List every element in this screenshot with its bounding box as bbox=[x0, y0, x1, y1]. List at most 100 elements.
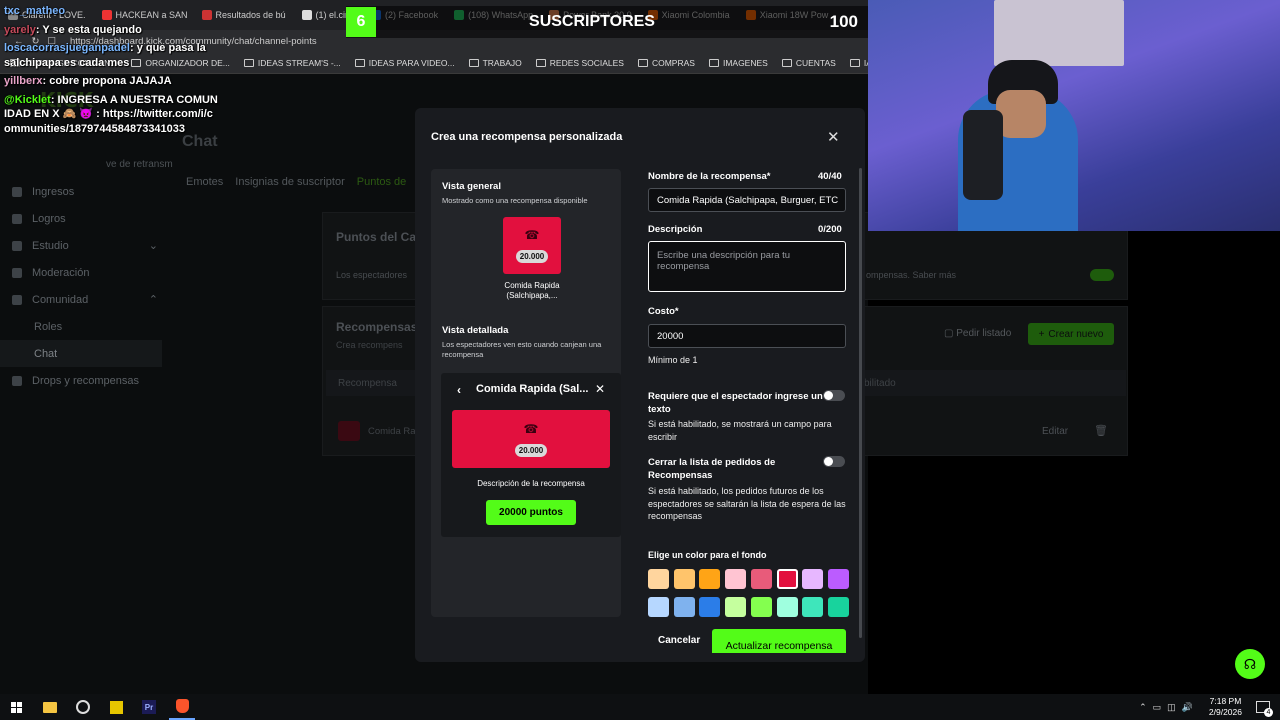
nav-comunidad[interactable]: Comunidad ⌃ bbox=[0, 286, 170, 313]
nav-estudio[interactable]: Estudio ⌄ bbox=[0, 232, 170, 259]
cost-input[interactable]: 20000 bbox=[648, 324, 846, 348]
bookmark-item[interactable]: TRABAJO bbox=[468, 58, 522, 68]
color-swatch-selected[interactable] bbox=[776, 569, 798, 589]
name-label: Nombre de la recompensa* bbox=[648, 171, 771, 182]
color-label: Elige un color para el fondo bbox=[648, 550, 767, 560]
detail-card-points: 20.000 bbox=[514, 443, 548, 457]
points-toggle[interactable] bbox=[1090, 269, 1114, 281]
folder-icon bbox=[849, 58, 860, 67]
premiere-icon[interactable]: Pr bbox=[136, 694, 162, 720]
rewards-subtitle: Crea recompens bbox=[336, 340, 403, 350]
crear-nuevo-button[interactable]: + Crear nuevo bbox=[1028, 323, 1114, 345]
notification-icon[interactable]: 4 bbox=[1256, 701, 1273, 717]
detail-back-icon[interactable]: ‹ bbox=[457, 383, 461, 397]
modal-scrollbar[interactable] bbox=[859, 168, 862, 638]
detail-header: Comida Rapida (Sal... bbox=[476, 383, 589, 395]
tab-puntos[interactable]: Puntos de bbox=[357, 176, 407, 188]
brave-icon[interactable] bbox=[169, 694, 195, 720]
update-reward-button[interactable]: Actualizar recompensa bbox=[712, 629, 846, 653]
tab-insignias[interactable]: Insignias de suscriptor bbox=[235, 176, 344, 188]
color-swatch[interactable] bbox=[827, 569, 849, 589]
description-textarea[interactable]: Escribe una descripción para tu recompen… bbox=[648, 241, 846, 292]
poster-image bbox=[994, 0, 1124, 66]
color-swatch[interactable] bbox=[827, 597, 849, 617]
overview-title: Vista general bbox=[442, 181, 501, 192]
nav-roles[interactable]: Roles bbox=[0, 313, 170, 340]
color-swatch[interactable] bbox=[673, 569, 695, 589]
chat-message: @Kicklet: INGRESA A NUESTRA COMUNIDAD EN… bbox=[4, 93, 218, 135]
tray-icons[interactable]: ⌃▭◫🔊 bbox=[1139, 702, 1199, 713]
chat-message: txc_matheo bbox=[4, 5, 66, 17]
windows-start-icon[interactable] bbox=[3, 694, 29, 720]
color-swatch[interactable] bbox=[648, 569, 669, 589]
nav-logros[interactable]: Logros bbox=[0, 205, 170, 232]
nav-chat[interactable]: Chat bbox=[0, 340, 162, 367]
bookmark-item[interactable]: CUENTAS bbox=[781, 58, 836, 68]
color-swatch[interactable] bbox=[776, 597, 798, 617]
bookmark-item[interactable]: REDES SOCIALES bbox=[535, 58, 624, 68]
folder-icon bbox=[243, 58, 254, 67]
color-swatch[interactable] bbox=[725, 597, 747, 617]
close-icon[interactable]: ✕ bbox=[827, 128, 840, 146]
reward-name-input[interactable]: Comida Rapida (Salchipapa, Burguer, ETC bbox=[648, 188, 846, 212]
reward-row-name: Comida Ra bbox=[368, 426, 416, 437]
trash-icon[interactable]: 🗑 bbox=[1094, 424, 1108, 437]
file-explorer-icon[interactable] bbox=[37, 694, 63, 720]
app-icon[interactable] bbox=[103, 694, 129, 720]
close-queue-label: Cerrar la lista de pedidos de Recompensa… bbox=[648, 457, 776, 481]
detail-close-icon[interactable]: ✕ bbox=[595, 382, 605, 396]
color-swatch[interactable] bbox=[725, 569, 747, 589]
folder-icon bbox=[468, 58, 479, 67]
close-queue-help: Si está habilitado, los pedidos futuros … bbox=[648, 486, 846, 521]
reward-edit-button[interactable]: Editar bbox=[1042, 426, 1068, 437]
overview-subtitle: Mostrado como una recompensa disponible bbox=[442, 196, 588, 205]
preview-panel: Vista general Mostrado como una recompen… bbox=[431, 169, 621, 617]
require-text-toggle[interactable] bbox=[823, 390, 845, 401]
color-swatch[interactable] bbox=[673, 597, 695, 617]
detail-subtitle: Los espectadores ven esto cuando canjean… bbox=[442, 340, 602, 359]
color-swatch[interactable] bbox=[750, 597, 772, 617]
gift-icon bbox=[12, 375, 22, 386]
bookmark-item[interactable]: IDEAS PARA VIDEO... bbox=[354, 58, 455, 68]
cost-label: Costo* bbox=[648, 306, 679, 317]
redeem-button[interactable]: 20000 puntos bbox=[486, 500, 576, 525]
sub-goal-target: 100 bbox=[829, 12, 858, 31]
require-text-label: Requiere que el espectador ingrese un te… bbox=[648, 391, 823, 415]
reward-row-icon bbox=[338, 421, 360, 441]
color-swatch[interactable] bbox=[750, 569, 772, 589]
table-head-reward: Recompensa bbox=[338, 378, 397, 389]
modal-title: Crea una recompensa personalizada bbox=[431, 131, 623, 143]
bookmark-item[interactable]: IMAGENES bbox=[708, 58, 768, 68]
cancel-button[interactable]: Cancelar bbox=[658, 635, 700, 646]
nav-ingresos[interactable]: Ingresos bbox=[0, 178, 170, 205]
color-swatch[interactable] bbox=[699, 597, 721, 617]
folder-icon bbox=[781, 58, 792, 67]
wrench-icon bbox=[12, 267, 22, 278]
support-icon[interactable]: ☊ bbox=[1235, 649, 1265, 679]
bookmark-item[interactable]: IDEAS STREAM'S -... bbox=[243, 58, 341, 68]
close-queue-toggle[interactable] bbox=[823, 456, 845, 467]
obs-icon[interactable] bbox=[70, 694, 96, 720]
require-text-help: Si está habilitado, se mostrará un campo… bbox=[648, 419, 832, 442]
color-swatch[interactable] bbox=[699, 569, 721, 589]
bookmark-item[interactable]: COMPRAS bbox=[637, 58, 695, 68]
color-swatch[interactable] bbox=[802, 569, 824, 589]
tab-emotes[interactable]: Emotes bbox=[186, 176, 223, 188]
reward-icon: ☎ bbox=[523, 421, 539, 436]
table-head-enabled: bilitado bbox=[864, 378, 896, 389]
nav-drops[interactable]: Drops y recompensas bbox=[0, 367, 170, 394]
face-image bbox=[996, 90, 1046, 138]
webcam-feed bbox=[868, 0, 1280, 231]
color-swatch[interactable] bbox=[648, 597, 669, 617]
points-title: Puntos del Ca bbox=[336, 230, 417, 244]
stream-chat: txc_matheo yarely: Y se esta quejando lo… bbox=[4, 4, 219, 140]
subscriber-goal-bar: 6 SUSCRIPTORES 100 bbox=[346, 6, 868, 38]
pedir-listado-button[interactable]: ▢ Pedir listado bbox=[944, 328, 1011, 339]
detail-reward-card: ☎ 20.000 bbox=[452, 410, 610, 468]
description-label: Descripción bbox=[648, 224, 703, 235]
color-swatch[interactable] bbox=[802, 597, 824, 617]
folder-icon bbox=[708, 58, 719, 67]
reward-card-points: 20.000 bbox=[515, 250, 549, 263]
nav-moderacion[interactable]: Moderación bbox=[0, 259, 170, 286]
clock[interactable]: 7:18 PM 2/9/2026 bbox=[1209, 696, 1242, 718]
